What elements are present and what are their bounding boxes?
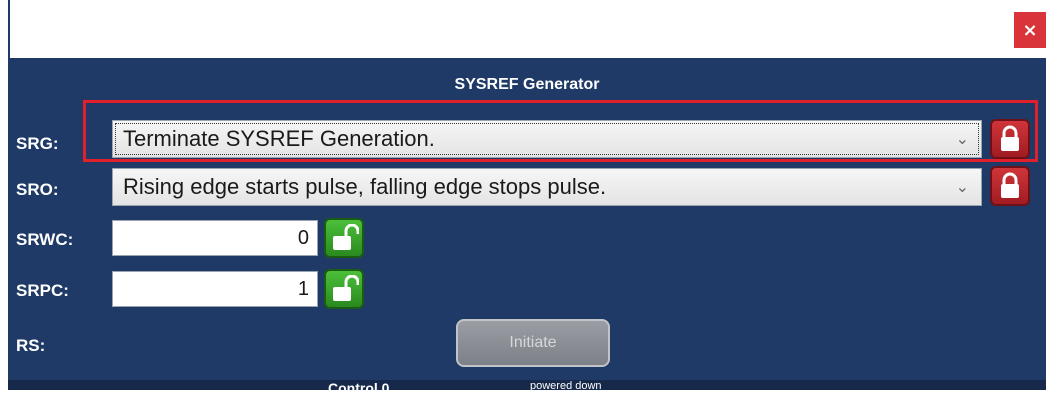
- srg-highlight-box: [83, 100, 1038, 162]
- srwc-label: SRWC:: [16, 230, 74, 249]
- sro-selected-value: Rising edge starts pulse, falling edge s…: [123, 174, 607, 199]
- srwc-input[interactable]: 0: [112, 220, 318, 256]
- srpc-label: SRPC:: [16, 281, 69, 300]
- sysref-generator-panel: SYSREF Generator SRG: Terminate SYSREF G…: [8, 58, 1046, 396]
- chevron-down-icon: ⌄: [955, 177, 969, 196]
- initiate-button[interactable]: Initiate: [456, 319, 610, 367]
- panel-title: SYSREF Generator: [454, 76, 600, 93]
- bottom-strip: [8, 380, 1046, 390]
- srpc-input[interactable]: 1: [112, 271, 318, 307]
- footer-partial-text: Control 0: [328, 380, 390, 396]
- window-titlebar: [0, 0, 1046, 58]
- window-left-edge: [8, 0, 10, 58]
- sro-lock-icon[interactable]: [990, 166, 1030, 206]
- srpc-unlock-icon[interactable]: [324, 269, 364, 309]
- close-button[interactable]: ×: [1014, 12, 1046, 48]
- srwc-unlock-icon[interactable]: [324, 218, 364, 258]
- footer-status-text: powered down: [530, 380, 602, 392]
- sro-dropdown[interactable]: Rising edge starts pulse, falling edge s…: [112, 168, 982, 206]
- sro-label: SRO:: [16, 180, 59, 199]
- rs-label: RS:: [16, 336, 46, 355]
- srg-label: SRG:: [16, 134, 59, 153]
